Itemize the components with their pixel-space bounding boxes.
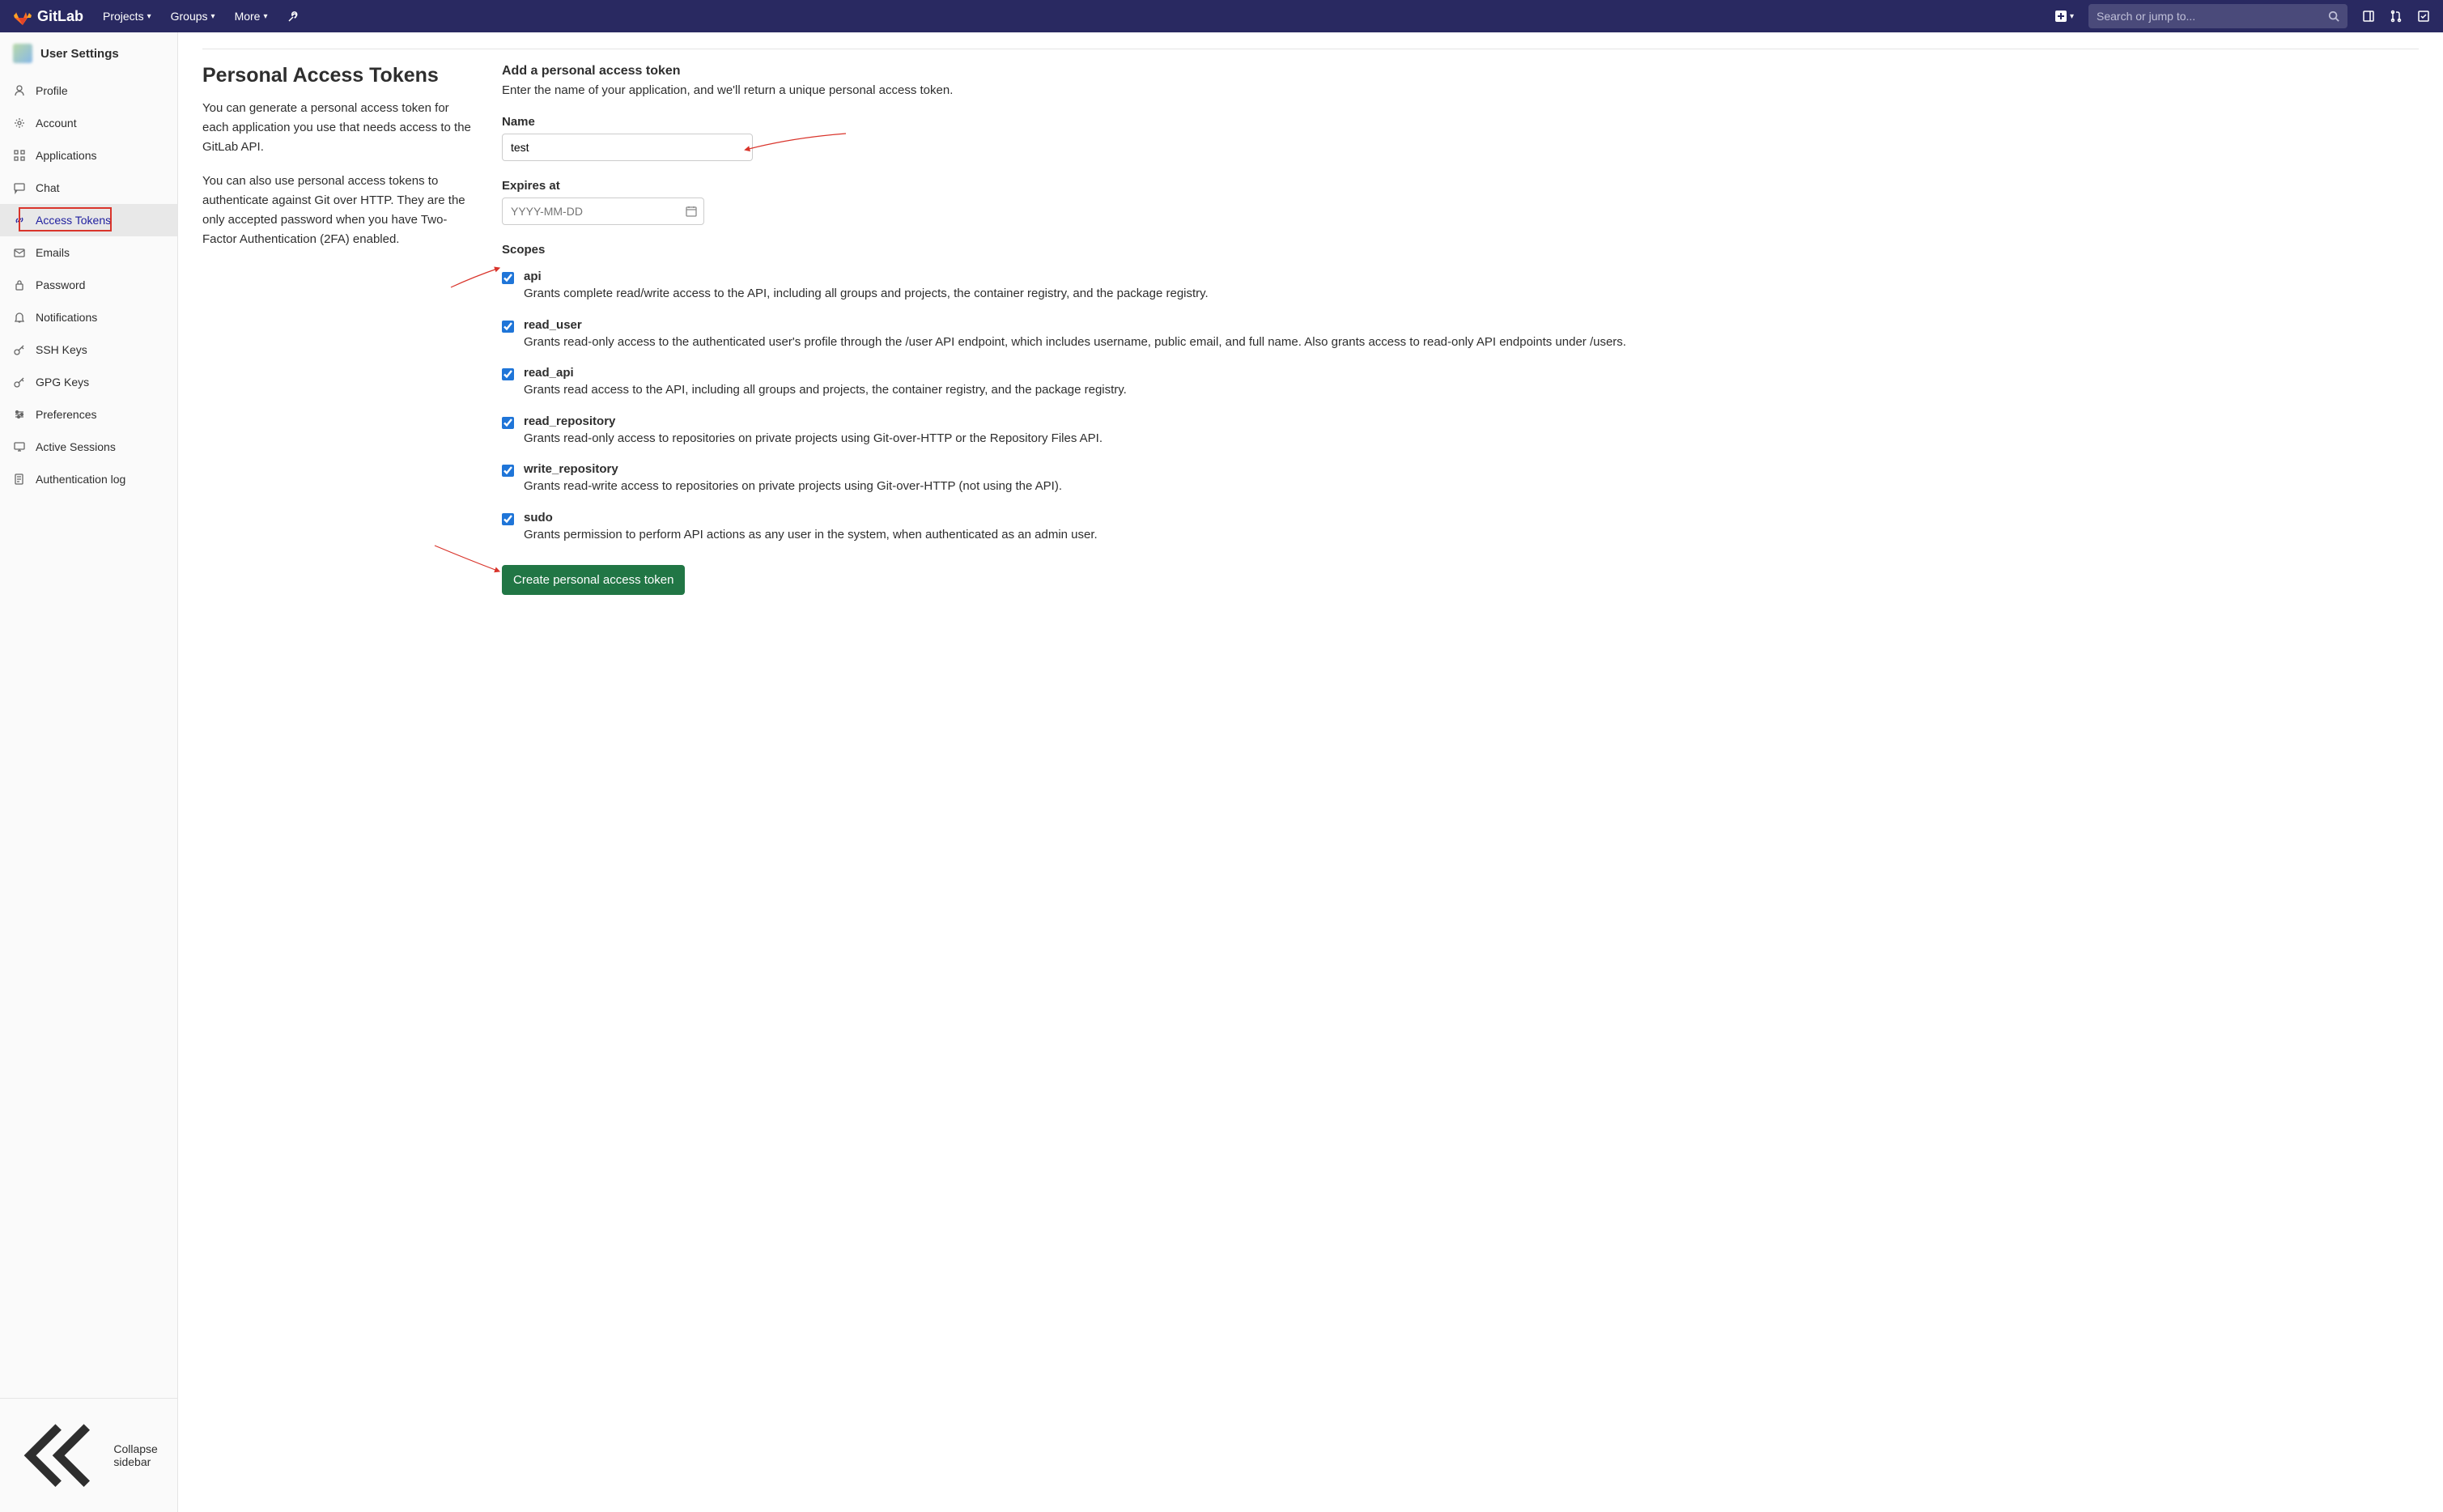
new-button[interactable]: ▾ xyxy=(2055,11,2074,22)
scope-read_repository-desc: Grants read-only access to repositories … xyxy=(524,430,1103,448)
user-avatar[interactable] xyxy=(13,44,32,63)
issues-icon[interactable] xyxy=(2362,10,2375,23)
scope-read_repository-checkbox[interactable] xyxy=(502,417,514,429)
nav-more[interactable]: More▾ xyxy=(235,10,268,23)
prefs-icon xyxy=(13,408,26,421)
sidebar-item-notifications[interactable]: Notifications xyxy=(0,301,177,333)
gitlab-logo[interactable]: GitLab xyxy=(13,7,83,25)
expires-label: Expires at xyxy=(502,179,2419,193)
scopes-label: Scopes xyxy=(502,243,2419,257)
link-icon xyxy=(13,214,26,227)
top-navbar: GitLab Projects▾ Groups▾ More▾ ▾ xyxy=(0,0,2443,32)
scope-read_user-label: read_user xyxy=(524,318,1626,332)
user-icon xyxy=(13,84,26,97)
scope-read_user-checkbox[interactable] xyxy=(502,321,514,333)
merge-requests-icon[interactable] xyxy=(2390,10,2403,23)
scope-read_user-desc: Grants read-only access to the authentic… xyxy=(524,333,1626,352)
calendar-icon xyxy=(685,205,698,218)
search-icon xyxy=(2328,11,2339,22)
nav-groups[interactable]: Groups▾ xyxy=(171,10,215,23)
scope-api-label: api xyxy=(524,270,1209,283)
scope-sudo-desc: Grants permission to perform API actions… xyxy=(524,526,1098,545)
scope-read_api: read_apiGrants read access to the API, i… xyxy=(502,366,2419,400)
form-heading: Add a personal access token xyxy=(502,64,2419,79)
sidebar-item-password[interactable]: Password xyxy=(0,269,177,301)
lock-icon xyxy=(13,278,26,291)
page-desc-1: You can generate a personal access token… xyxy=(202,99,478,157)
sidebar-item-emails[interactable]: Emails xyxy=(0,236,177,269)
sidebar-item-account[interactable]: Account xyxy=(0,107,177,139)
brand-text: GitLab xyxy=(37,8,83,25)
todos-icon[interactable] xyxy=(2417,10,2430,23)
gitlab-icon xyxy=(13,7,32,25)
scope-read_api-desc: Grants read access to the API, including… xyxy=(524,381,1127,400)
scope-write_repository-desc: Grants read-write access to repositories… xyxy=(524,478,1062,496)
scope-read_api-checkbox[interactable] xyxy=(502,368,514,380)
annotation-arrow-name xyxy=(745,131,850,155)
scope-read_repository-label: read_repository xyxy=(524,414,1103,428)
chat-icon xyxy=(13,181,26,194)
nav-projects[interactable]: Projects▾ xyxy=(103,10,151,23)
sidebar-title: User Settings xyxy=(40,47,119,61)
key-icon xyxy=(13,376,26,389)
scope-api: api Grants complete read/write access to … xyxy=(502,270,2419,304)
page-title: Personal Access Tokens xyxy=(202,64,478,87)
scope-write_repository-label: write_repository xyxy=(524,462,1062,476)
name-label: Name xyxy=(502,115,2419,129)
scope-write_repository-checkbox[interactable] xyxy=(502,465,514,477)
main-content: Personal Access Tokens You can generate … xyxy=(178,32,2443,1512)
form-subheading: Enter the name of your application, and … xyxy=(502,83,2419,97)
mail-icon xyxy=(13,246,26,259)
sidebar-item-ssh-keys[interactable]: SSH Keys xyxy=(0,333,177,366)
monitor-icon xyxy=(13,440,26,453)
sidebar-header: User Settings xyxy=(0,32,177,74)
plus-icon xyxy=(2055,11,2067,22)
sidebar-item-applications[interactable]: Applications xyxy=(0,139,177,172)
search-input[interactable] xyxy=(2097,10,2328,23)
scope-write_repository: write_repository Grants read-write access… xyxy=(502,462,2419,496)
expires-input[interactable] xyxy=(502,197,704,225)
scope-read_repository: read_repository Grants read-only access t… xyxy=(502,414,2419,448)
sidebar: User Settings ProfileAccountApplications… xyxy=(0,32,178,1512)
sidebar-item-gpg-keys[interactable]: GPG Keys xyxy=(0,366,177,398)
scope-api-checkbox[interactable] xyxy=(502,272,514,284)
sidebar-item-authentication-log[interactable]: Authentication log xyxy=(0,463,177,495)
page-desc-2: You can also use personal access tokens … xyxy=(202,172,478,249)
scope-read_user: read_userGrants read-only access to the … xyxy=(502,318,2419,352)
name-input[interactable] xyxy=(502,134,753,161)
collapse-sidebar[interactable]: Collapse sidebar xyxy=(0,1398,177,1512)
search-box[interactable] xyxy=(2088,4,2347,28)
doc-icon xyxy=(13,473,26,486)
apps-icon xyxy=(13,149,26,162)
scope-api-desc: Grants complete read/write access to the… xyxy=(524,285,1209,304)
bell-icon xyxy=(13,311,26,324)
sidebar-item-profile[interactable]: Profile xyxy=(0,74,177,107)
wrench-icon[interactable] xyxy=(287,10,300,23)
scope-sudo-label: sudo xyxy=(524,511,1098,525)
scope-sudo-checkbox[interactable] xyxy=(502,513,514,525)
sidebar-item-access-tokens[interactable]: Access Tokens xyxy=(0,204,177,236)
gear-icon xyxy=(13,117,26,130)
sidebar-item-active-sessions[interactable]: Active Sessions xyxy=(0,431,177,463)
sidebar-item-preferences[interactable]: Preferences xyxy=(0,398,177,431)
scope-read_api-label: read_api xyxy=(524,366,1127,380)
key-icon xyxy=(13,343,26,356)
chevron-double-left-icon xyxy=(13,1410,104,1501)
create-token-button[interactable]: Create personal access token xyxy=(502,565,685,595)
sidebar-item-chat[interactable]: Chat xyxy=(0,172,177,204)
scope-sudo: sudoGrants permission to perform API act… xyxy=(502,511,2419,545)
